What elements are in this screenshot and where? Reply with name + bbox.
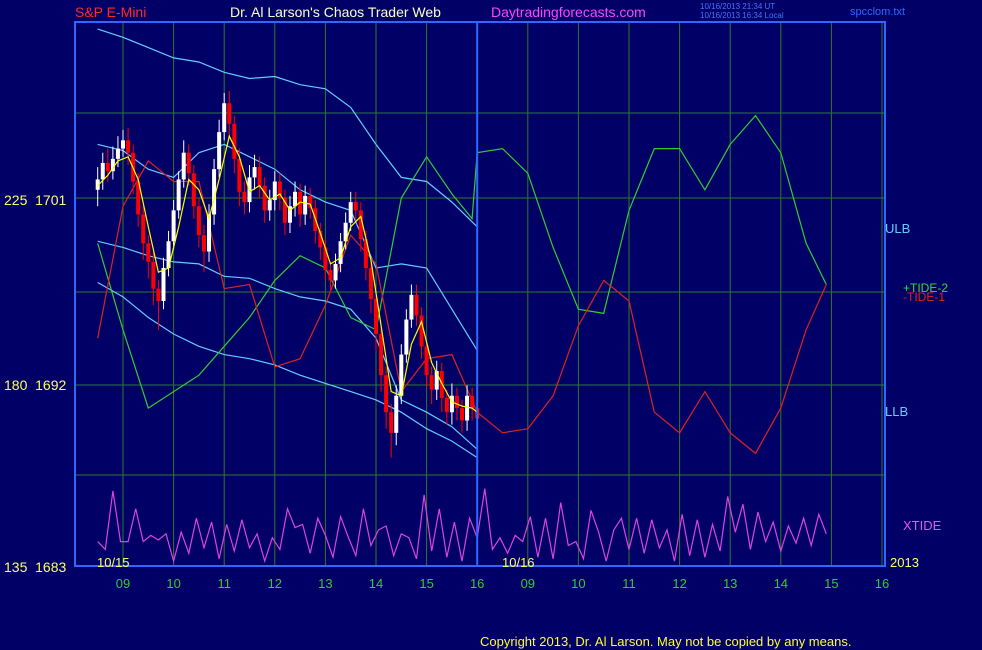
candle-body <box>252 167 257 178</box>
x-tick-label: 15 <box>419 576 433 591</box>
ulb-label: ULB <box>885 221 910 236</box>
candle-body <box>348 202 353 223</box>
candle-body <box>444 397 449 413</box>
xtide-label: XTIDE <box>903 518 942 533</box>
candle-body <box>404 319 409 355</box>
candle-body <box>151 261 156 289</box>
candle-body <box>429 375 434 390</box>
candle-body <box>105 162 110 172</box>
candle-body <box>222 103 227 133</box>
candle-body <box>196 206 201 236</box>
candle-body <box>379 333 384 376</box>
candle-body <box>146 243 151 262</box>
candle-body <box>353 202 358 211</box>
price-chart: ULB LLB +TIDE-2 -TIDE-1 XTIDE 10/15 10/1… <box>74 21 948 591</box>
candle-body <box>293 191 298 207</box>
x-tick-label: 13 <box>723 576 737 591</box>
chart-candles <box>95 90 480 458</box>
x-tick-label: 14 <box>369 576 383 591</box>
x-tick-label: 16 <box>875 576 889 591</box>
x-tick-label: 13 <box>318 576 332 591</box>
candle-body <box>126 140 131 153</box>
candle-body <box>242 191 247 203</box>
candle-body <box>454 395 459 409</box>
candle-body <box>191 173 196 207</box>
copyright-notice: Copyright 2013, Dr. Al Larson. May not b… <box>480 634 852 649</box>
candle-body <box>115 148 120 159</box>
candle-body <box>227 103 232 124</box>
candle-body <box>389 412 394 433</box>
candle-body <box>156 288 161 301</box>
chart-frame <box>74 21 886 567</box>
date-label-1016: 10/16 <box>502 555 535 570</box>
x-tick-label: 09 <box>116 576 130 591</box>
candle-body <box>465 395 470 421</box>
candle-body <box>333 263 338 281</box>
candle-body <box>232 123 237 159</box>
lower-band-outer-line <box>97 281 478 459</box>
candle-body <box>414 294 419 316</box>
x-tick-label: 11 <box>217 576 231 591</box>
candle-body <box>161 268 166 301</box>
candle-body <box>384 375 389 413</box>
chart-xtide <box>97 488 827 564</box>
candle-body <box>328 270 333 281</box>
x-tick-label: 14 <box>774 576 788 591</box>
candle-body <box>424 346 429 376</box>
candle-body <box>141 214 146 244</box>
x-tick-label: 10 <box>571 576 585 591</box>
x-tick-label: 15 <box>824 576 838 591</box>
x-tick-label: 10 <box>166 576 180 591</box>
candle-body <box>460 408 465 421</box>
candle-body <box>303 195 308 215</box>
chart-bands <box>97 28 478 459</box>
candle-body <box>186 152 191 174</box>
tide1-label: -TIDE-1 <box>903 290 945 304</box>
candle-body <box>181 152 186 180</box>
candle-body <box>409 294 414 320</box>
candle-body <box>121 140 125 149</box>
chart-grid <box>75 22 885 566</box>
candle-body <box>262 185 267 211</box>
date-label-1015: 10/15 <box>97 555 130 570</box>
x-tick-label: 16 <box>470 576 484 591</box>
tide2-line <box>97 114 827 410</box>
llb-label: LLB <box>885 404 908 419</box>
candle-body <box>267 200 272 211</box>
candle-body <box>176 179 181 211</box>
xtide-line <box>97 488 827 564</box>
candle-body <box>217 132 222 170</box>
candle-body <box>257 167 262 186</box>
year-label: 2013 <box>890 555 919 570</box>
x-tick-labels: 09 10 11 12 13 14 15 16 09 10 11 12 13 14 15 16 <box>116 576 889 591</box>
candle-body <box>100 162 105 180</box>
candle-body <box>201 235 206 252</box>
plot-frame <box>74 21 886 567</box>
upper-band-outer-line <box>97 28 478 228</box>
x-tick-label: 09 <box>521 576 535 591</box>
candle-body <box>237 158 242 192</box>
candle-body <box>470 395 475 409</box>
x-tick-label: 11 <box>622 576 636 591</box>
x-tick-label: 12 <box>268 576 282 591</box>
candle-body <box>171 210 176 242</box>
x-tick-label: 12 <box>672 576 686 591</box>
candle-body <box>394 395 399 433</box>
